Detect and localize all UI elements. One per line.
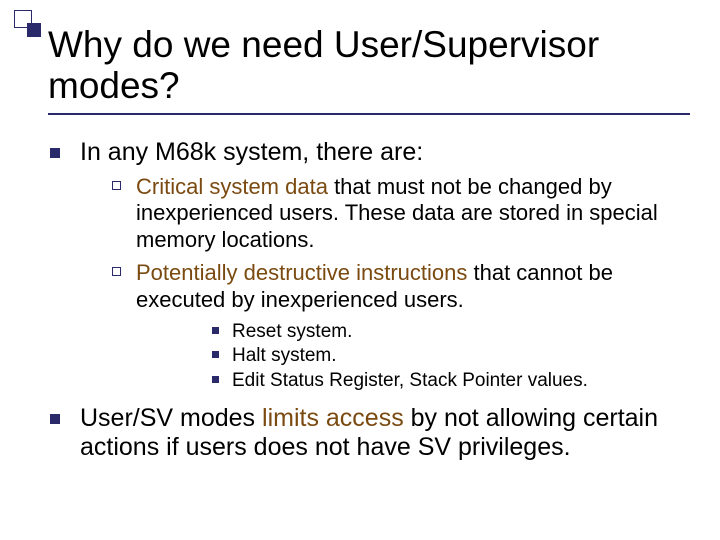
bullet-l2: Critical system data that must not be ch… xyxy=(80,174,692,254)
title-underline xyxy=(48,113,690,115)
bullet-l3-text: Edit Status Register, Stack Pointer valu… xyxy=(232,370,588,391)
slide-title: Why do we need User/Supervisor modes? xyxy=(48,24,690,107)
bullet-l3: Reset system. xyxy=(136,320,692,345)
bullet-l1-text: In any M68k system, there are: xyxy=(80,138,423,166)
bullet-l2-emph: Critical system data xyxy=(136,174,328,199)
bullet-l1-pre: User/SV modes xyxy=(80,404,262,432)
bullet-l3-text: Halt system. xyxy=(232,345,337,366)
bullet-l3: Edit Status Register, Stack Pointer valu… xyxy=(136,369,692,394)
bullet-l2-emph: Potentially destructive instructions xyxy=(136,260,467,285)
bullet-l1-emph: limits access xyxy=(262,404,404,432)
slide-body: In any M68k system, there are: Critical … xyxy=(48,138,692,473)
bullet-l1: User/SV modes limits access by not allow… xyxy=(48,404,692,463)
bullet-l1: In any M68k system, there are: Critical … xyxy=(48,138,692,394)
bullet-l2: Potentially destructive instructions tha… xyxy=(80,260,692,394)
slide: Why do we need User/Supervisor modes? In… xyxy=(0,0,720,540)
bullet-l3: Halt system. xyxy=(136,344,692,369)
bullet-l3-text: Reset system. xyxy=(232,321,352,342)
